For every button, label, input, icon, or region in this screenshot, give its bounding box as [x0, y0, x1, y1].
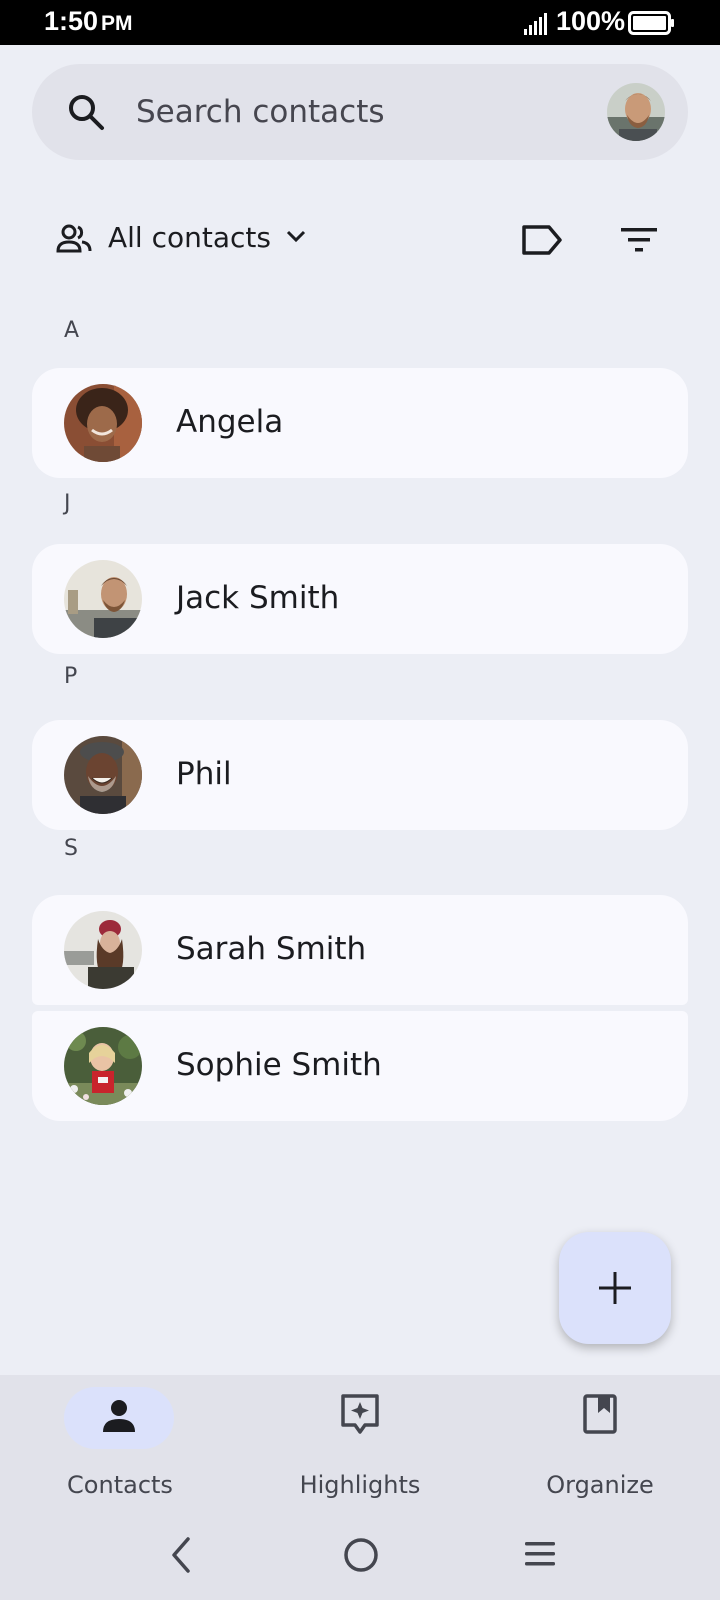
nav-label: Highlights — [299, 1471, 421, 1499]
contact-name: Jack Smith — [176, 580, 340, 616]
section-header-a: A — [64, 318, 80, 343]
contact-row-sophie-smith[interactable]: Sophie Smith — [32, 1011, 688, 1121]
status-time: 1:50 PM — [44, 6, 133, 36]
contact-name: Angela — [176, 404, 284, 440]
contact-name: Phil — [176, 756, 232, 792]
bookmark-icon — [583, 1394, 617, 1434]
contact-avatar — [64, 736, 142, 814]
contact-name: Sophie Smith — [176, 1047, 382, 1083]
back-icon[interactable] — [168, 1535, 192, 1575]
all-contacts-dropdown[interactable]: All contacts — [108, 221, 271, 254]
nav-label: Contacts — [67, 1471, 173, 1499]
chevron-down-icon[interactable] — [285, 228, 307, 244]
home-icon[interactable] — [341, 1535, 381, 1575]
contact-avatar — [64, 1027, 142, 1105]
group-icon — [56, 224, 92, 253]
contact-row-angela[interactable]: Angela — [32, 368, 688, 478]
battery-percentage: 100% — [556, 6, 626, 36]
nav-item-organize[interactable]: Organize — [480, 1375, 680, 1513]
contact-row-jack-smith[interactable]: Jack Smith — [32, 544, 688, 654]
plus-icon — [599, 1272, 631, 1304]
status-bar: 1:50 PM 100% — [0, 0, 720, 45]
person-icon — [103, 1400, 135, 1432]
contact-name: Sarah Smith — [176, 931, 367, 967]
battery-icon — [628, 11, 674, 35]
nav-item-highlights[interactable]: Highlights — [240, 1375, 440, 1513]
menu-icon[interactable] — [523, 1540, 557, 1570]
nav-label: Organize — [546, 1471, 654, 1499]
account-avatar[interactable] — [607, 83, 665, 141]
section-header-j: J — [64, 491, 71, 516]
section-header-p: P — [64, 664, 78, 689]
search-icon[interactable] — [66, 92, 106, 132]
nav-item-contacts[interactable]: Contacts — [0, 1375, 200, 1513]
section-header-s: S — [64, 836, 78, 861]
signal-icon — [524, 13, 547, 35]
system-navigation-bar — [0, 1513, 720, 1600]
add-contact-button[interactable] — [559, 1232, 671, 1344]
contact-avatar — [64, 911, 142, 989]
highlights-icon — [341, 1394, 379, 1434]
contact-avatar — [64, 384, 142, 462]
search-input[interactable]: Search contacts — [136, 94, 385, 130]
filter-icon[interactable] — [620, 227, 658, 253]
bottom-navigation: Contacts Highlights Organize — [0, 1375, 720, 1513]
contact-row-sarah-smith[interactable]: Sarah Smith — [32, 895, 688, 1005]
label-icon[interactable] — [521, 224, 563, 256]
filter-row: All contacts — [0, 210, 720, 270]
contact-row-phil[interactable]: Phil — [32, 720, 688, 830]
contact-avatar — [64, 560, 142, 638]
search-bar[interactable]: Search contacts — [32, 64, 688, 160]
